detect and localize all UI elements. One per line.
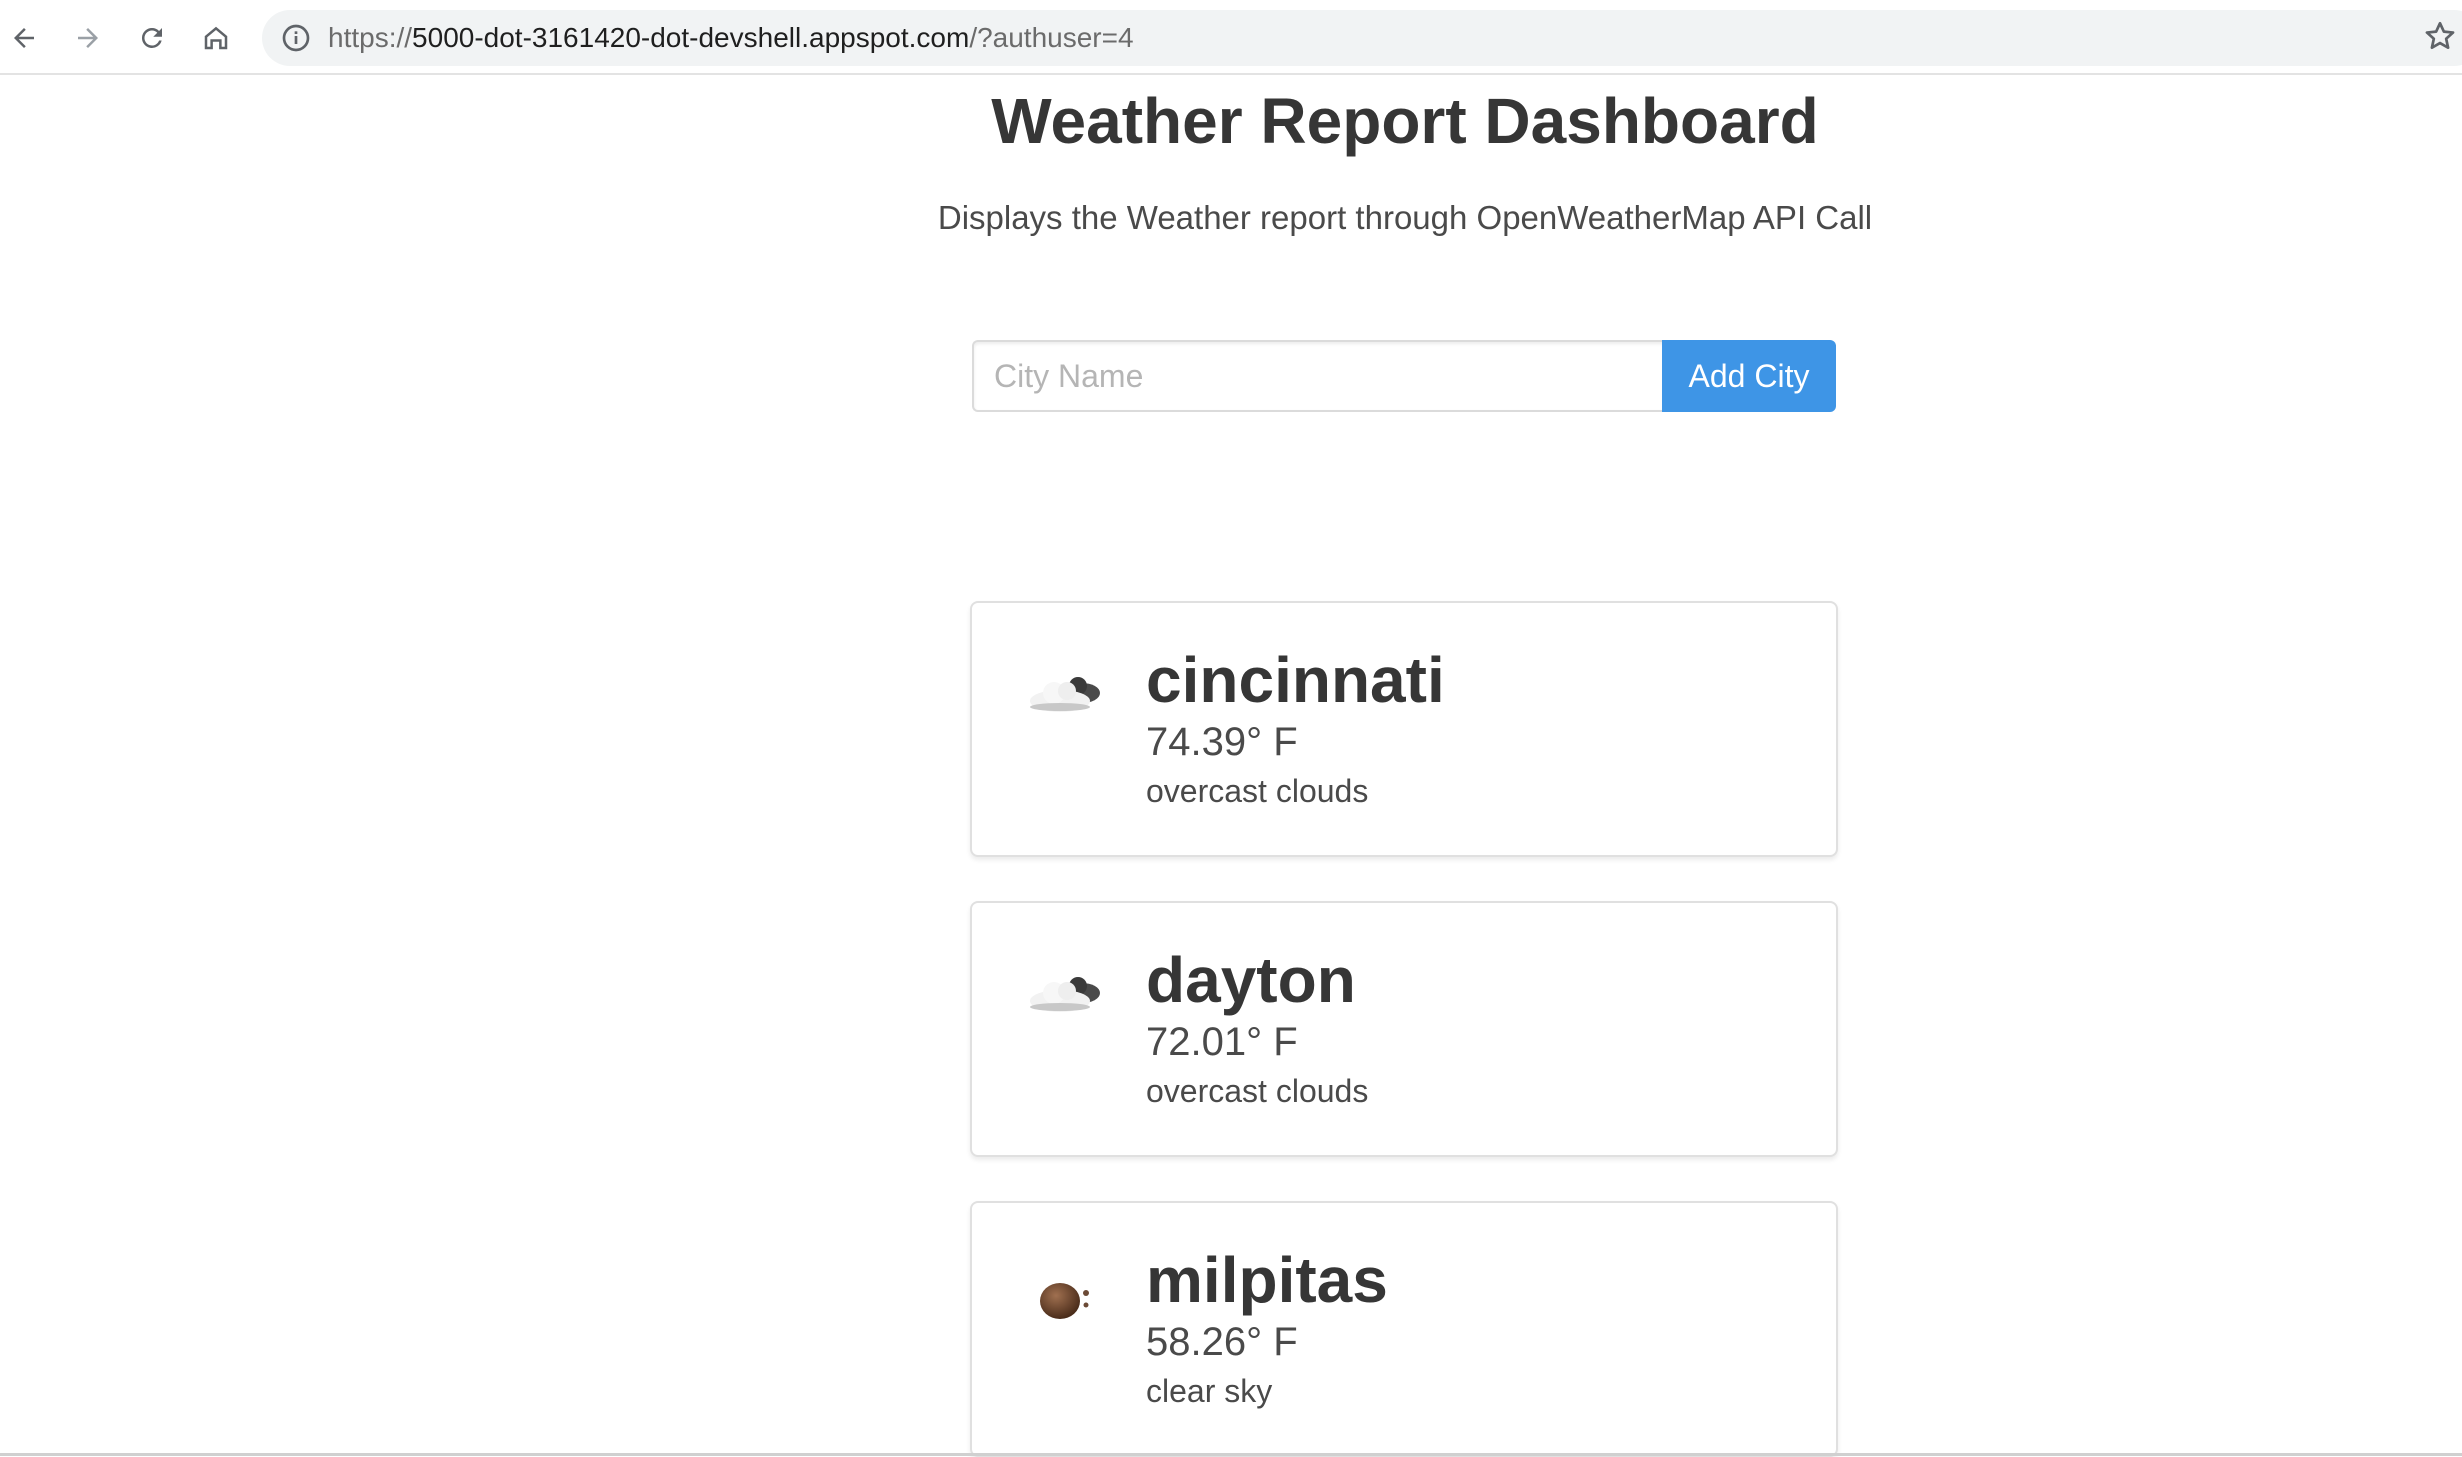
city-temperature: 72.01° F (1146, 1020, 1298, 1064)
page-content: Weather Report Dashboard Displays the We… (0, 77, 2462, 1457)
city-name-input[interactable] (972, 340, 1664, 412)
city-name: dayton (1146, 944, 1356, 1016)
weather-card: milpitas 58.26° F clear sky (970, 1201, 1838, 1457)
star-icon[interactable] (2422, 18, 2458, 54)
weather-description: overcast clouds (1146, 1073, 1369, 1109)
browser-toolbar: https://5000-dot-3161420-dot-devshell.ap… (0, 0, 2462, 75)
overcast-clouds-icon (1030, 977, 1100, 1012)
page-title: Weather Report Dashboard (991, 85, 1819, 157)
forward-icon[interactable] (64, 14, 112, 62)
clear-sky-night-icon (1040, 1283, 1089, 1319)
home-icon[interactable] (192, 14, 240, 62)
city-temperature: 74.39° F (1146, 720, 1298, 764)
reload-icon[interactable] (128, 14, 176, 62)
info-icon[interactable] (280, 22, 312, 54)
weather-card: cincinnati 74.39° F overcast clouds (970, 601, 1838, 857)
address-bar[interactable]: https://5000-dot-3161420-dot-devshell.ap… (262, 10, 2462, 66)
back-icon[interactable] (0, 14, 48, 62)
overcast-clouds-icon (1030, 677, 1100, 712)
url-text: https://5000-dot-3161420-dot-devshell.ap… (328, 22, 1134, 53)
weather-card: dayton 72.01° F overcast clouds (970, 901, 1838, 1157)
weather-description: clear sky (1146, 1373, 1273, 1409)
page-subtitle: Displays the Weather report through Open… (937, 199, 1873, 236)
city-name: milpitas (1146, 1244, 1388, 1316)
add-city-button[interactable]: Add City (1662, 340, 1836, 412)
city-name: cincinnati (1146, 644, 1445, 716)
city-temperature: 58.26° F (1146, 1320, 1298, 1364)
weather-description: overcast clouds (1146, 773, 1369, 809)
